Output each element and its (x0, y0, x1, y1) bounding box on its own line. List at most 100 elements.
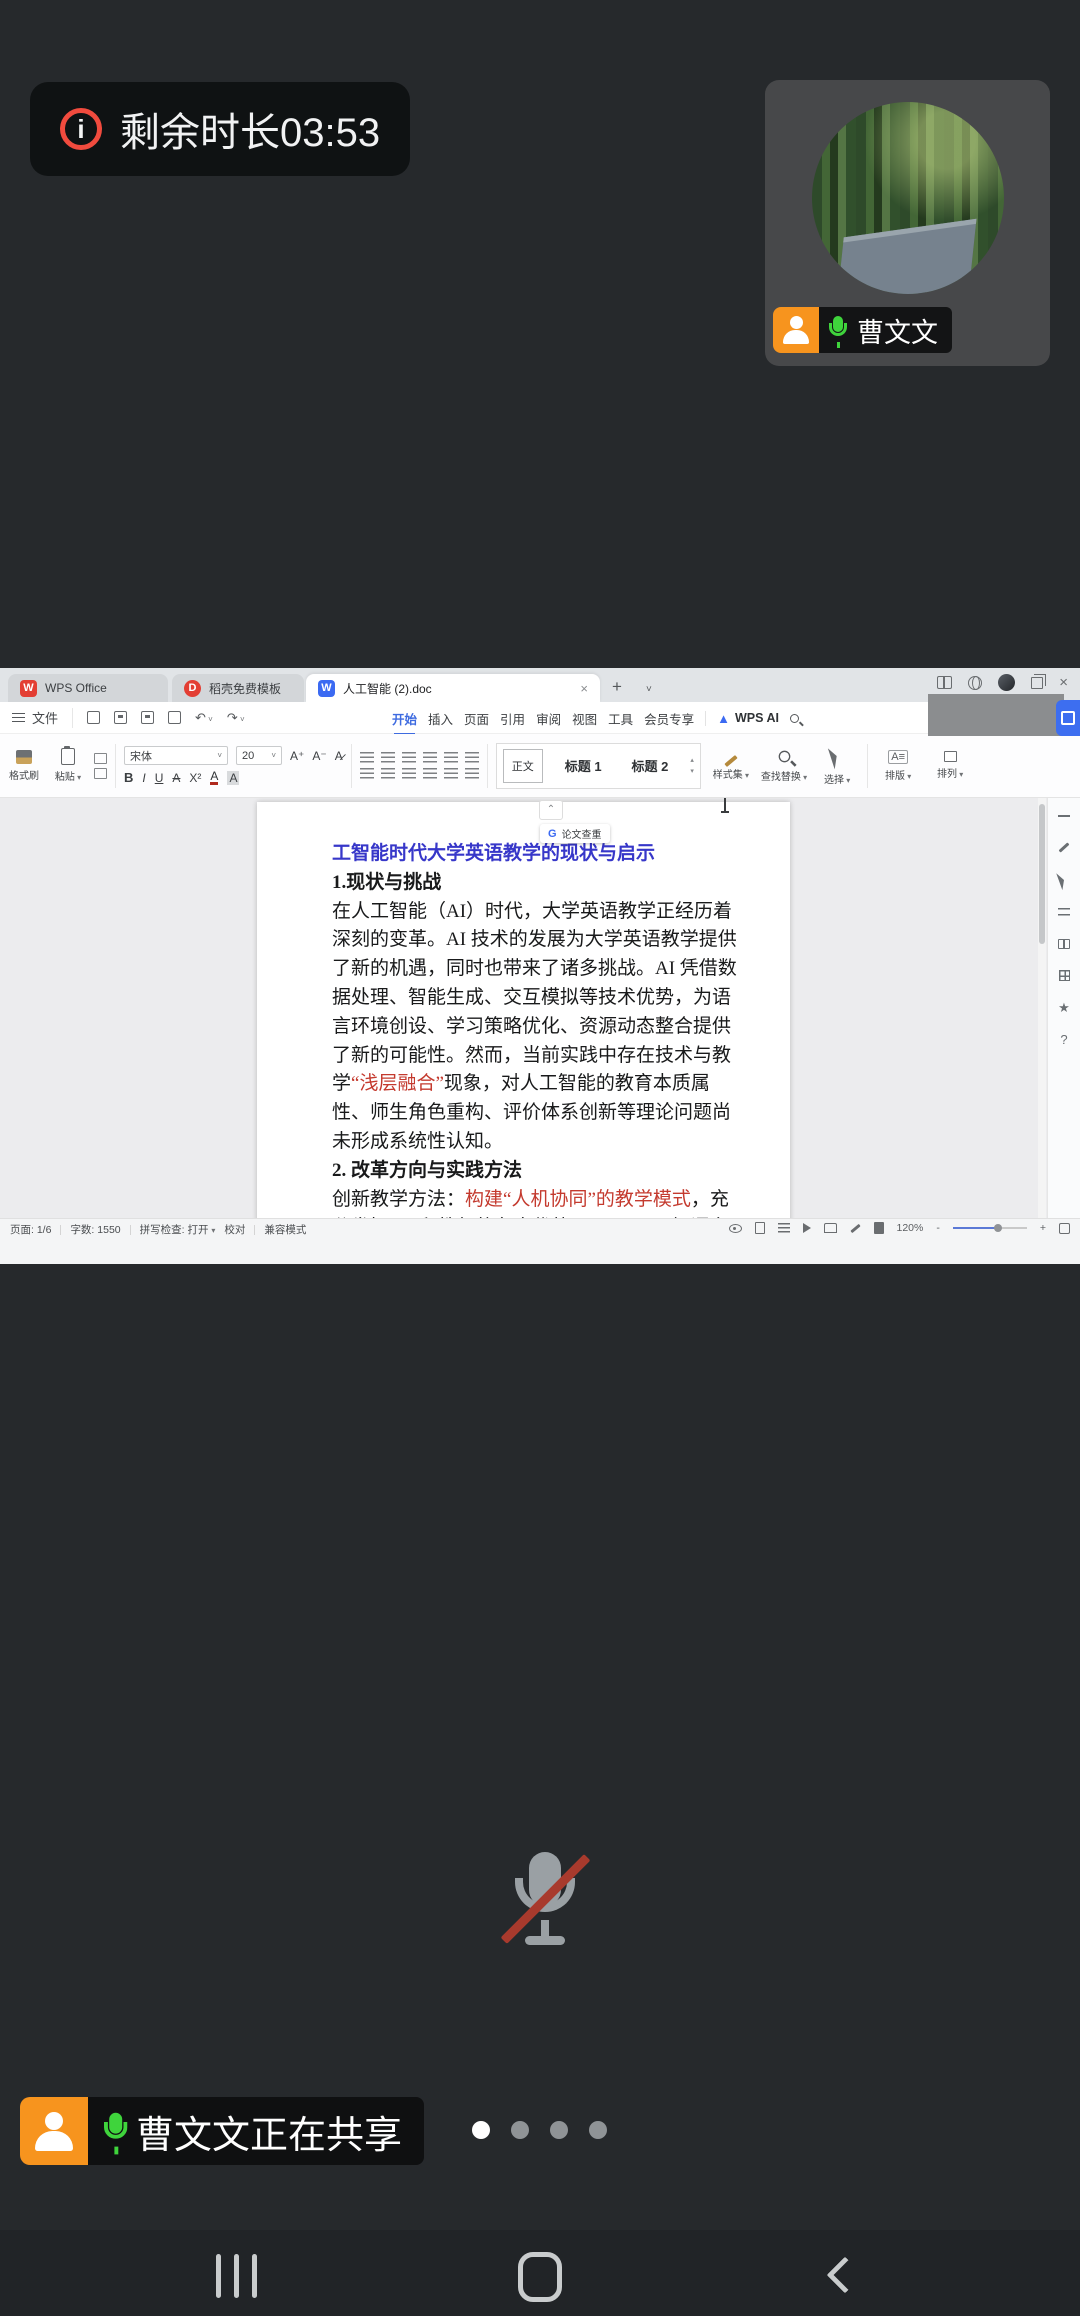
grow-font-icon[interactable]: A⁺ (290, 749, 304, 763)
bullet-list-icon[interactable] (360, 752, 374, 763)
font-name-combo[interactable]: 宋体˅ (124, 746, 228, 765)
tab-page[interactable]: 页面 (464, 709, 489, 728)
tab-insert[interactable]: 插入 (428, 709, 453, 728)
favorite-icon[interactable]: ★ (1057, 1000, 1072, 1015)
fit-page-icon[interactable] (874, 1222, 884, 1234)
font-size-combo[interactable]: 20˅ (236, 746, 282, 765)
new-tab-button[interactable]: + (612, 677, 622, 697)
shared-screen[interactable]: W WPS Office D 稻壳免费模板 W 人工智能 (2).doc × +… (0, 668, 1080, 1264)
restore-window-icon[interactable] (1031, 677, 1043, 689)
eye-protect-icon[interactable] (729, 1224, 742, 1233)
book-view-icon[interactable] (824, 1223, 837, 1233)
style-heading1[interactable]: 标题 1 (557, 756, 610, 775)
style-normal[interactable]: 正文 (503, 749, 543, 783)
cut-icon[interactable] (94, 753, 107, 764)
shrink-font-icon[interactable]: A⁻ (312, 749, 326, 763)
strikethrough-button[interactable]: A (172, 771, 180, 785)
align-center-icon[interactable] (381, 768, 395, 779)
home-button[interactable] (518, 2252, 562, 2302)
tab-view[interactable]: 视图 (572, 709, 597, 728)
help-icon[interactable]: ? (1057, 1032, 1072, 1047)
justify-icon[interactable] (423, 768, 437, 779)
close-window-icon[interactable]: × (1059, 674, 1068, 691)
collapse-toolbar-button[interactable]: ⌃ (539, 800, 563, 820)
select-button[interactable]: 选择 ▾ (815, 746, 859, 786)
tab-close-icon[interactable]: × (580, 681, 588, 696)
superscript-button[interactable]: X² (189, 771, 201, 785)
indent-icon[interactable] (423, 752, 437, 763)
back-button[interactable] (827, 2257, 864, 2294)
redo-button[interactable]: ↷ ˅ (227, 710, 245, 726)
adjust-sliders-icon[interactable] (1057, 904, 1072, 919)
arrange-button[interactable]: 排列 ▾ (928, 751, 972, 780)
borders-icon[interactable] (465, 768, 479, 779)
globe-icon[interactable] (968, 676, 982, 690)
find-replace-button[interactable]: 查找替换 ▾ (761, 748, 807, 783)
zoom-out-button[interactable]: - (936, 1222, 940, 1234)
proofread-button[interactable]: 校对 (224, 1222, 245, 1237)
scrollbar-thumb[interactable] (1039, 804, 1045, 944)
export-pdf-icon[interactable] (114, 711, 127, 724)
outdent-icon[interactable] (402, 752, 416, 763)
search-icon[interactable] (790, 714, 799, 723)
style-heading2[interactable]: 标题 2 (624, 756, 677, 775)
tab-wps-home[interactable]: W WPS Office (8, 674, 168, 702)
text-direction-icon[interactable] (444, 752, 458, 763)
fullscreen-icon[interactable] (1059, 1223, 1070, 1234)
page-view-icon[interactable] (755, 1222, 765, 1234)
grid-view-icon[interactable] (1057, 968, 1072, 983)
tab-list-caret[interactable]: ˅ (646, 684, 652, 695)
underline-button[interactable]: U (155, 771, 164, 785)
undo-button[interactable]: ↶ ˅ (195, 710, 213, 726)
tab-docer-templates[interactable]: D 稻壳免费模板 (172, 674, 304, 702)
document-canvas[interactable]: 工智能时代大学英语教学的现状与启示 1.现状与挑战 在人工智能（AI）时代，大学… (0, 798, 1080, 1218)
tab-tools[interactable]: 工具 (608, 709, 633, 728)
select-tool-icon[interactable] (1057, 872, 1072, 887)
zoom-in-button[interactable]: + (1040, 1222, 1046, 1234)
show-marks-icon[interactable] (465, 752, 479, 763)
outline-view-icon[interactable] (778, 1223, 790, 1233)
font-color-button[interactable]: A (210, 770, 218, 785)
styles-gallery-spinner[interactable]: ▴▾ (690, 756, 694, 775)
zoom-level[interactable]: 120% (897, 1222, 924, 1234)
share-button[interactable] (1056, 700, 1080, 736)
save-icon[interactable] (87, 711, 100, 724)
typeset-button[interactable]: A≡ 排版 ▾ (876, 750, 920, 782)
paper-check-button[interactable]: G 论文查重 (540, 824, 610, 843)
split-view-icon[interactable] (937, 676, 952, 689)
account-avatar[interactable] (998, 674, 1015, 691)
file-menu-button[interactable]: 文件 (0, 708, 73, 728)
participant-video-tile[interactable]: 曹文文 (765, 80, 1050, 366)
clear-format-icon[interactable]: A̷ (335, 749, 343, 763)
italic-button[interactable]: I (142, 771, 145, 785)
tab-document[interactable]: W 人工智能 (2).doc × (306, 674, 600, 702)
bold-button[interactable]: B (124, 770, 133, 785)
tab-reference[interactable]: 引用 (500, 709, 525, 728)
align-right-icon[interactable] (402, 768, 416, 779)
copy-icon[interactable] (94, 768, 107, 779)
document-page[interactable]: 工智能时代大学英语教学的现状与启示 1.现状与挑战 在人工智能（AI）时代，大学… (257, 802, 790, 1218)
format-painter-button[interactable]: 格式刷 (6, 750, 42, 782)
fullscreen-read-icon[interactable] (803, 1223, 811, 1233)
spellcheck-status[interactable]: 拼写检查: 打开 ▾ (140, 1222, 216, 1237)
line-spacing-icon[interactable] (444, 768, 458, 779)
zoom-slider[interactable] (953, 1227, 1027, 1229)
collapse-panel-icon[interactable] (1057, 808, 1072, 823)
print-icon[interactable] (141, 711, 154, 724)
recents-button[interactable] (216, 2254, 257, 2298)
align-left-icon[interactable] (360, 768, 374, 779)
tab-member[interactable]: 会员专享 (644, 709, 694, 728)
word-count[interactable]: 字数: 1550 (70, 1222, 120, 1237)
highlight-button[interactable]: A (227, 771, 239, 785)
paste-button[interactable]: 粘贴 ▾ (50, 748, 86, 783)
muted-mic-icon[interactable] (497, 1848, 593, 1952)
print-preview-icon[interactable] (168, 711, 181, 724)
wps-ai-button[interactable]: ▲ WPS AI (705, 711, 779, 726)
ink-edit-icon[interactable] (850, 1223, 860, 1232)
reader-mode-icon[interactable] (1057, 936, 1072, 951)
tab-review[interactable]: 审阅 (536, 709, 561, 728)
style-set-button[interactable]: 样式集 ▾ (709, 751, 753, 781)
edit-pen-icon[interactable] (1057, 840, 1072, 855)
number-list-icon[interactable] (381, 752, 395, 763)
tab-home[interactable]: 开始 (392, 709, 417, 728)
